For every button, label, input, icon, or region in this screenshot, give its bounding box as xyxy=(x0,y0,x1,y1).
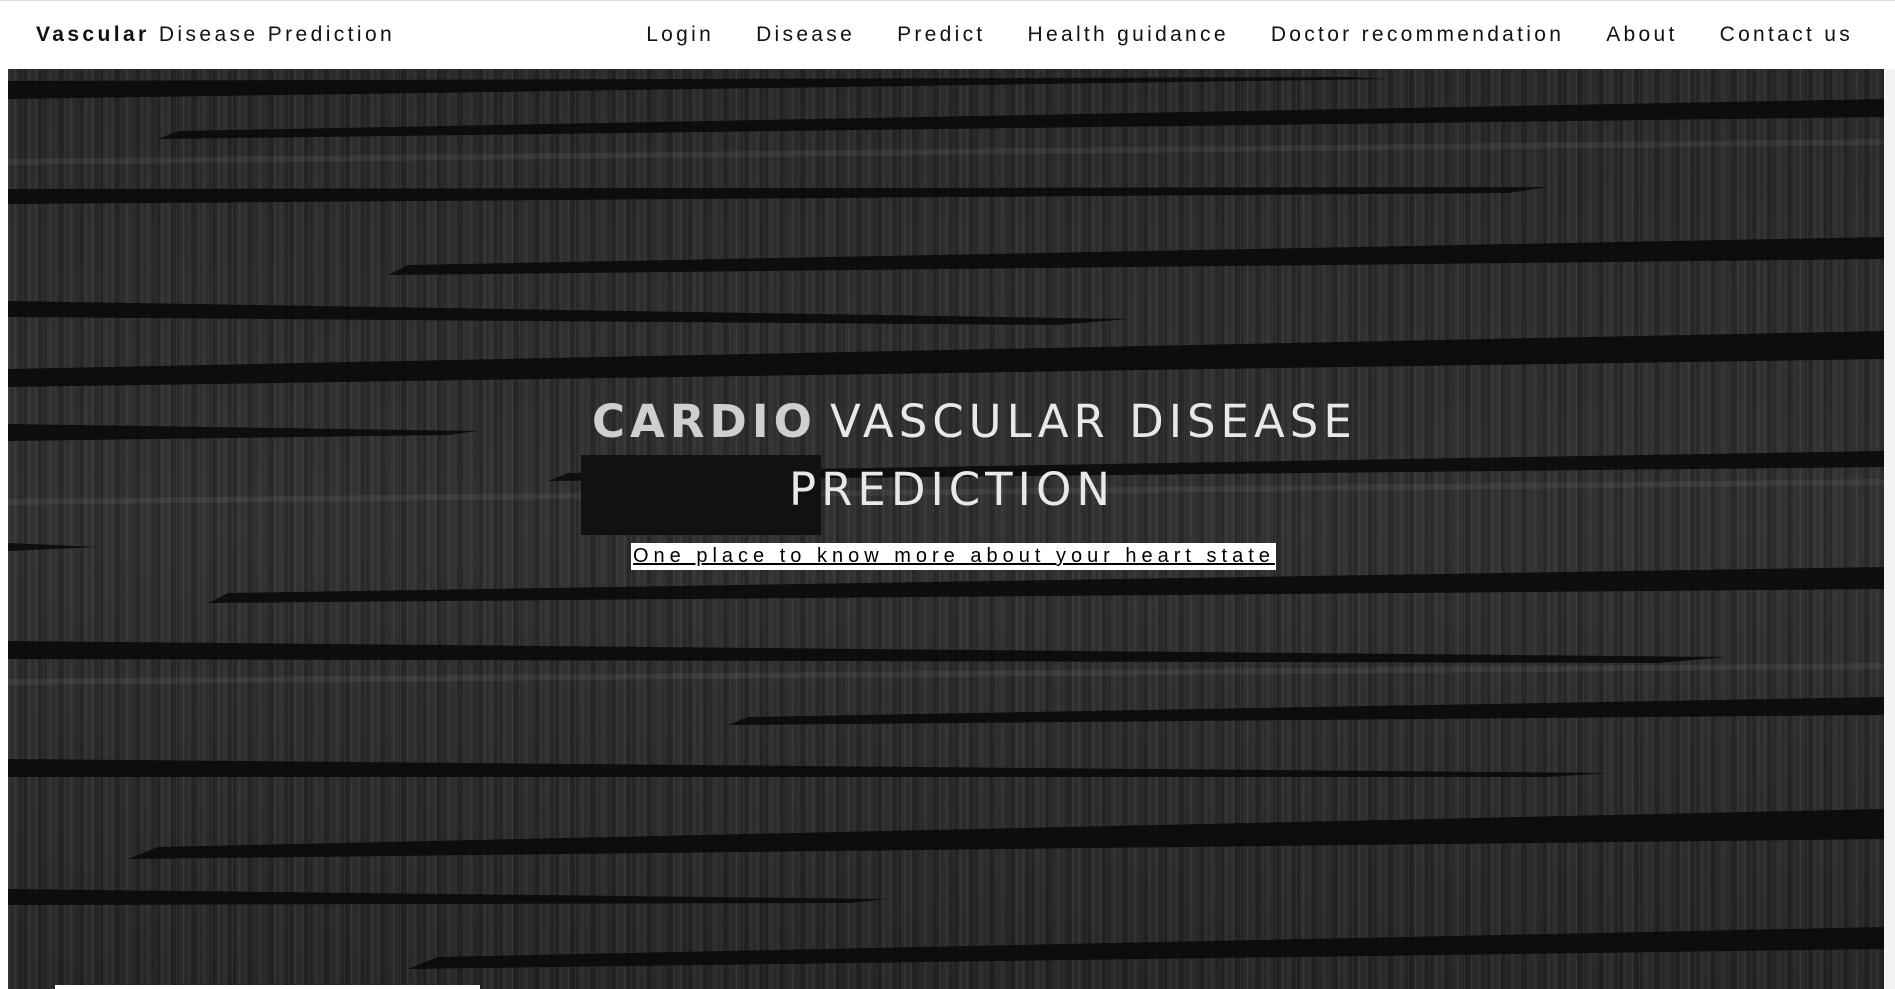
highlight-box xyxy=(581,455,821,535)
nav-link-about[interactable]: About xyxy=(1606,23,1677,47)
title-highlight-word: CARDIO xyxy=(592,395,817,448)
nav-link-doctor-recommendation[interactable]: Doctor recommendation xyxy=(1271,23,1564,47)
title-line-2: PREDICTION xyxy=(789,463,1116,516)
brand-rest-text: Disease Prediction xyxy=(149,23,396,46)
nav-link-contact-us[interactable]: Contact us xyxy=(1720,23,1853,47)
nav-link-login[interactable]: Login xyxy=(646,23,714,47)
hero-tagline: One place to know more about your heart … xyxy=(631,543,1276,570)
hero-section xyxy=(8,69,1884,989)
main-nav: Login Disease Predict Health guidance Do… xyxy=(646,23,1853,47)
top-navbar: Vascular Disease Prediction Login Diseas… xyxy=(0,0,1895,68)
nav-link-disease[interactable]: Disease xyxy=(756,23,855,47)
hero-title xyxy=(8,69,1884,989)
page-scrollbar[interactable] xyxy=(1884,69,1895,989)
bottom-edge-bar xyxy=(55,985,480,989)
brand-bold-text: Vascular xyxy=(36,23,150,46)
site-brand[interactable]: Vascular Disease Prediction xyxy=(36,23,395,47)
nav-link-health-guidance[interactable]: Health guidance xyxy=(1028,23,1229,47)
nav-link-predict[interactable]: Predict xyxy=(897,23,985,47)
title-line-1: VASCULAR DISEASE xyxy=(830,395,1357,448)
